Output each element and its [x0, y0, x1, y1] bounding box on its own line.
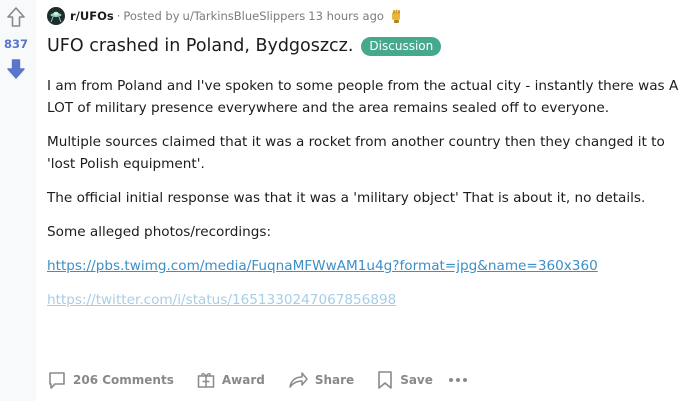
post-meta: r/UFOs · Posted by u/TarkinsBlueSlippers… [47, 7, 404, 25]
comments-label: 206 Comments [73, 373, 174, 387]
gift-icon [197, 373, 215, 388]
award-badge-icon[interactable] [388, 8, 404, 24]
vote-count: 837 [3, 37, 28, 51]
post-body: I am from Poland and I've spoken to some… [47, 75, 687, 323]
more-dot [448, 378, 453, 382]
tweet-link[interactable]: https://twitter.com/i/status/16513302470… [47, 292, 396, 308]
share-button[interactable]: Share [287, 370, 354, 390]
meta-separator: · [116, 9, 121, 23]
share-label: Share [314, 373, 355, 387]
more-options-icon[interactable] [448, 378, 467, 382]
subreddit-link[interactable]: r/UFOs [70, 9, 114, 23]
posted-by-label: Posted by [123, 9, 180, 23]
more-dot [462, 378, 467, 382]
body-paragraph: Multiple sources claimed that it was a r… [47, 134, 665, 172]
author-link[interactable]: u/TarkinsBlueSlippers [183, 9, 306, 23]
image-link[interactable]: https://pbs.twimg.com/media/FuqnaMFWwAM1… [47, 258, 598, 274]
title-row: UFO crashed in Poland, Bydgoszcz. Discus… [47, 36, 442, 56]
save-label: Save [400, 373, 433, 387]
comment-icon [49, 372, 65, 389]
more-dot [455, 378, 460, 382]
award-button[interactable]: Award [196, 370, 265, 390]
bookmark-icon [378, 371, 392, 389]
vote-rail: 837 [0, 0, 36, 401]
body-paragraph: I am from Poland and I've spoken to some… [47, 78, 679, 116]
post-title[interactable]: UFO crashed in Poland, Bydgoszcz. [47, 36, 353, 56]
post-actions: 206 Comments Award Share Save [47, 370, 467, 390]
share-icon [289, 372, 308, 388]
subreddit-avatar-icon[interactable] [47, 7, 65, 25]
post-flair[interactable]: Discussion [361, 36, 442, 56]
body-paragraph: The official initial response was that i… [47, 190, 646, 206]
comments-button[interactable]: 206 Comments [47, 370, 174, 390]
award-label: Award [221, 373, 265, 387]
downvote-arrow-icon[interactable] [6, 58, 26, 80]
post-time: 13 hours ago [308, 9, 384, 23]
upvote-arrow-icon[interactable] [6, 6, 26, 28]
body-paragraph: Some alleged photos/recordings: [47, 224, 272, 240]
save-button[interactable]: Save [376, 370, 433, 390]
